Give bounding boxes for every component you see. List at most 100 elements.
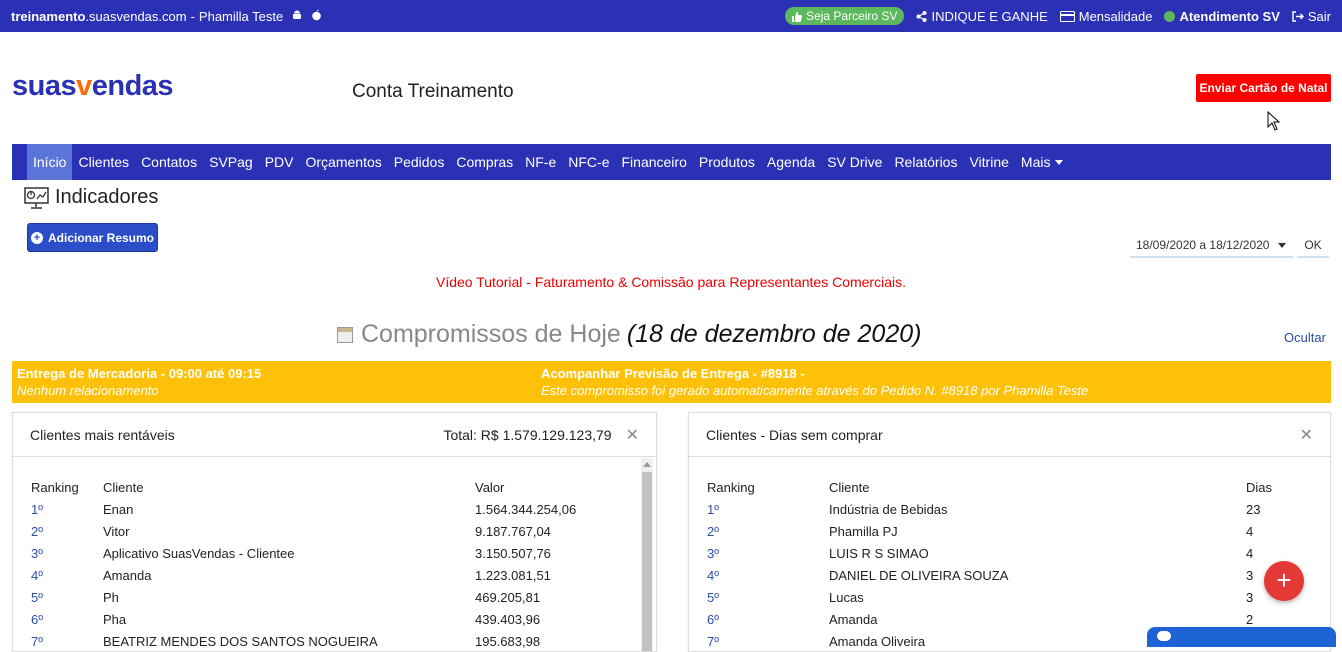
client-cell: Phamilla PJ [829,523,898,539]
tutorial-link[interactable]: Vídeo Tutorial - Faturamento & Comissão … [0,274,1342,290]
client-cell: Amanda [829,611,878,627]
table-row[interactable]: 5º Ph 469.205,81 [31,586,576,608]
card-total: Total: R$ 1.579.129.123,79 [443,426,612,443]
nav-relatorios[interactable]: Relatórios [888,144,963,180]
column-header: Cliente [103,479,144,495]
appointment-item[interactable]: Acompanhar Previsão de Entrega - #8918 -… [541,366,1088,398]
close-icon[interactable]: ✕ [1300,425,1313,445]
date-ok-button[interactable]: OK [1297,232,1329,258]
user-name: Phamilla Teste [198,8,284,24]
nav-nfe[interactable]: NF-e [519,144,562,180]
plus-circle-icon: + [30,231,43,244]
rank-cell: 6º [31,611,43,627]
column-header: Dias [1246,479,1273,495]
logout-link[interactable]: Sair [1292,9,1331,24]
client-cell: BEATRIZ MENDES DOS SANTOS NOGUEIRA [103,633,378,649]
chat-bubble-icon [1157,631,1171,641]
nav-compras[interactable]: Compras [450,144,519,180]
chevron-down-icon [1055,159,1064,165]
table-row[interactable]: 3º Aplicativo SuasVendas - Clientee 3.150.… [31,542,576,564]
add-fab-button[interactable]: + [1264,561,1304,601]
client-cell: Aplicativo SuasVendas - Clientee [103,545,295,561]
table-row[interactable]: 3º LUIS R S SIMAO 4 [707,542,1272,564]
days-cell: 2 [1246,611,1254,627]
caret-down-icon [1278,243,1286,248]
appointment-subtitle: Este compromisso foi gerado automaticame… [541,383,1089,398]
atendimento-label: Atendimento SV [1179,8,1280,24]
table-row[interactable]: 1º Indústria de Bebidas 23 [707,498,1272,520]
client-cell: Pha [103,611,127,627]
top-bar: treinamento.suasvendas.com - Phamilla Te… [0,0,1342,32]
add-summary-button[interactable]: + Adicionar Resumo [27,223,158,252]
appointments-title: Compromissos de Hoje (18 de dezembro de … [337,320,921,349]
nav-inicio[interactable]: Início [27,144,73,180]
column-header: Ranking [31,479,79,495]
table-row[interactable]: 2º Vitor 9.187.767,04 [31,520,576,542]
client-cell: Vitor [103,523,130,539]
rank-cell: 3º [31,545,43,561]
nav-pdv[interactable]: PDV [259,144,300,180]
logo[interactable]: suasvendas [12,70,174,103]
nav-vitrine[interactable]: Vitrine [963,144,1014,180]
value-cell: 1.564.344.254,06 [475,501,577,517]
nav-sv-drive[interactable]: SV Drive [821,144,888,180]
partner-badge[interactable]: Seja Parceiro SV [785,7,905,25]
nav-orcamentos[interactable]: Orçamentos [300,144,388,180]
table-row[interactable]: 5º Lucas 3 [707,586,1272,608]
nav-clientes[interactable]: Clientes [72,144,135,180]
nav-mais[interactable]: Mais [1015,144,1070,180]
nav-svpag[interactable]: SVPag [203,144,259,180]
rank-cell: 3º [707,545,719,561]
mensalidade-label: Mensalidade [1078,8,1153,24]
send-christmas-card-button[interactable]: Enviar Cartão de Natal [1196,74,1331,102]
page-title-text: Indicadores [55,186,159,208]
site-name[interactable]: treinamento.suasvendas.com [11,9,187,24]
value-cell: 439.403,96 [475,611,541,627]
chat-widget[interactable] [1147,627,1336,647]
android-icon[interactable] [291,9,303,24]
appointment-item[interactable]: Entrega de Mercadoria - 09:00 até 09:15 … [17,366,261,398]
indique-link[interactable]: INDIQUE E GANHE [916,9,1048,24]
days-without-purchase-table: Ranking Cliente Dias 1º Indústria de Bebi… [707,476,1272,652]
nav-produtos[interactable]: Produtos [693,144,761,180]
card-title: Clientes mais rentáveis [30,426,175,443]
nav-pedidos[interactable]: Pedidos [388,144,451,180]
scrollbar-thumb[interactable] [642,472,652,651]
client-cell: LUIS R S SIMAO [829,545,929,561]
close-icon[interactable]: ✕ [626,425,639,445]
table-row[interactable]: 7º BEATRIZ MENDES DOS SANTOS NOGUEIRA 195.… [31,630,576,652]
client-cell: Enan [103,501,134,517]
column-header: Ranking [707,479,755,495]
nav-financeiro[interactable]: Financeiro [616,144,693,180]
table-row[interactable]: 1º Enan 1.564.344.254,06 [31,498,576,520]
sign-out-icon [1292,10,1304,22]
share-icon [916,10,927,22]
nav-nfce[interactable]: NFC-e [562,144,615,180]
top-clients-table: Ranking Cliente Valor 1º Enan 1.564.344.25… [31,476,576,652]
column-header: Valor [475,479,505,495]
mensalidade-link[interactable]: Mensalidade [1059,8,1153,24]
appointments-banner: Entrega de Mercadoria - 09:00 até 09:15 … [12,361,1331,403]
atendimento-link[interactable]: Atendimento SV [1164,8,1280,24]
scroll-up-icon[interactable] [643,462,651,467]
table-row[interactable]: 2º Phamilla PJ 4 [707,520,1272,542]
table-row[interactable]: 6º Pha 439.403,96 [31,608,576,630]
value-cell: 195.683,98 [475,633,541,649]
add-summary-label: Adicionar Resumo [47,230,155,245]
date-range-select[interactable]: 18/09/2020 a 18/12/2020 [1130,232,1293,258]
table-header: Ranking Cliente Dias [707,476,1272,498]
nav-agenda[interactable]: Agenda [761,144,821,180]
credit-card-icon [1059,10,1075,22]
rank-cell: 6º [707,611,719,627]
table-row[interactable]: 4º DANIEL DE OLIVEIRA SOUZA 3 [707,564,1272,586]
nav-contatos[interactable]: Contatos [135,144,203,180]
apple-icon[interactable] [311,9,322,24]
card-header: Clientes mais rentáveis Total: R$ 1.579.… [13,413,656,457]
hide-appointments-link[interactable]: Ocultar [1284,330,1326,345]
scrollbar[interactable] [641,458,653,651]
rank-cell: 4º [707,567,719,583]
rank-cell: 1º [707,501,719,517]
card-title: Clientes - Dias sem comprar [706,426,883,443]
table-row[interactable]: 4º Amanda 1.223.081,51 [31,564,576,586]
value-cell: 1.223.081,51 [475,567,551,583]
